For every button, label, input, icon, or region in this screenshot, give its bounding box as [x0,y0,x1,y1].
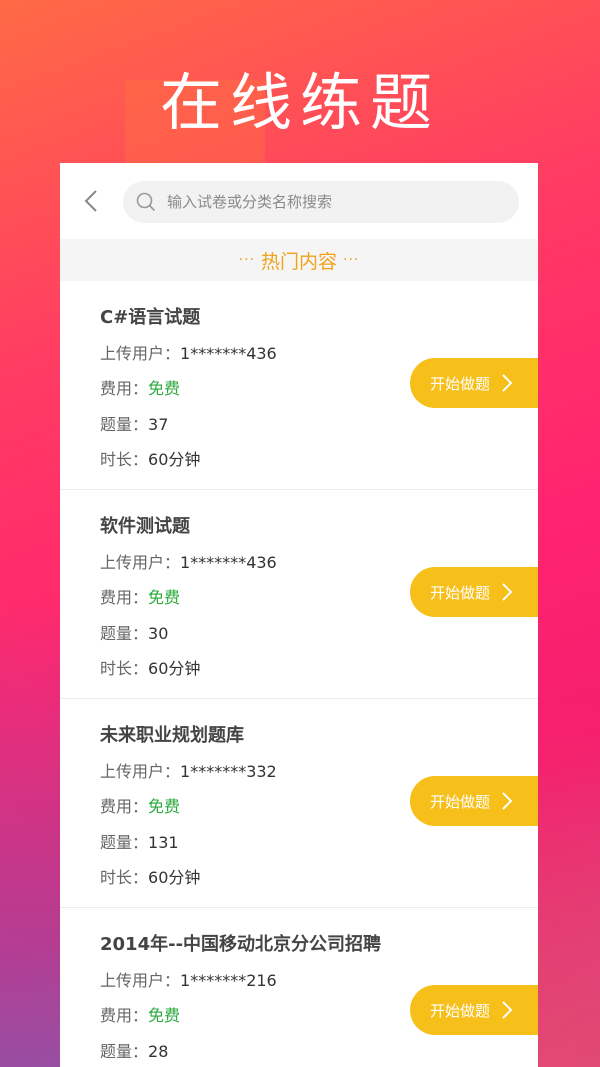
search-input[interactable] [165,192,489,212]
app-screen: ··· 热门内容 ··· C#语言试题 上传用户：1*******436 费用：… [60,163,538,1067]
chevron-right-icon [502,1001,513,1019]
item-title: 2014年--中国移动北京分公司招聘 [100,934,382,955]
fee-label: 费用： [100,1006,149,1025]
search-icon [136,192,156,212]
section-header: ··· 热门内容 ··· [60,239,538,281]
start-quiz-label: 开始做题 [430,1001,491,1020]
count-row: 题量：37 [100,411,168,435]
duration-row: 时长：60分钟 [100,446,200,470]
uploader-label: 上传用户： [100,553,181,572]
duration-value: 60分钟 [148,450,201,469]
uploader-row: 上传用户：1*******332 [100,758,277,782]
fee-row: 费用：免费 [100,793,180,817]
list-item[interactable]: 软件测试题 上传用户：1*******436 费用：免费 题量：30 时长：60… [60,490,538,699]
chevron-right-icon [502,374,513,392]
duration-value: 60分钟 [148,868,201,887]
start-quiz-button[interactable]: 开始做题 [410,776,538,826]
list-item[interactable]: C#语言试题 上传用户：1*******436 费用：免费 题量：37 时长：6… [60,281,538,490]
fee-label: 费用： [100,379,149,398]
start-quiz-label: 开始做题 [430,583,491,602]
section-dots-right: ··· [343,252,360,268]
chevron-right-icon [502,792,513,810]
uploader-value: 1*******332 [180,762,277,781]
search-box[interactable] [123,181,519,223]
fee-label: 费用： [100,797,149,816]
item-title: C#语言试题 [100,307,201,328]
count-label: 题量： [100,833,149,852]
count-row: 题量：28 [100,1038,168,1062]
count-value: 28 [148,1042,169,1061]
count-row: 题量：30 [100,620,168,644]
duration-value: 60分钟 [148,659,201,678]
uploader-value: 1*******216 [180,971,277,990]
fee-label: 费用： [100,588,149,607]
duration-label: 时长： [100,868,149,887]
back-button[interactable] [80,189,104,213]
start-quiz-button[interactable]: 开始做题 [410,358,538,408]
start-quiz-label: 开始做题 [430,374,491,393]
fee-row: 费用：免费 [100,375,180,399]
duration-row: 时长：60分钟 [100,655,200,679]
count-value: 131 [148,833,179,852]
chevron-left-icon [84,190,97,212]
uploader-row: 上传用户：1*******436 [100,340,277,364]
uploader-label: 上传用户： [100,762,181,781]
background-glow-right [530,700,600,1067]
fee-value: 免费 [148,797,181,816]
uploader-value: 1*******436 [180,553,277,572]
uploader-label: 上传用户： [100,344,181,363]
item-title: 未来职业规划题库 [100,725,244,746]
duration-label: 时长： [100,659,149,678]
duration-row: 时长：60分钟 [100,864,200,888]
fee-value: 免费 [148,1006,181,1025]
hero-title: 在线练题 [159,66,440,139]
start-quiz-button[interactable]: 开始做题 [410,985,538,1035]
fee-value: 免费 [148,379,181,398]
count-value: 37 [148,415,169,434]
top-bar [60,163,538,239]
count-label: 题量： [100,624,149,643]
uploader-label: 上传用户： [100,971,181,990]
start-quiz-button[interactable]: 开始做题 [410,567,538,617]
fee-row: 费用：免费 [100,1002,180,1026]
start-quiz-label: 开始做题 [430,792,491,811]
fee-value: 免费 [148,588,181,607]
count-row: 题量：131 [100,829,179,853]
section-title: 热门内容 [260,250,337,273]
uploader-row: 上传用户：1*******216 [100,967,277,991]
list-item[interactable]: 未来职业规划题库 上传用户：1*******332 费用：免费 题量：131 时… [60,699,538,908]
fee-row: 费用：免费 [100,584,180,608]
section-dots-left: ··· [238,252,255,268]
duration-label: 时长： [100,450,149,469]
list-item[interactable]: 2014年--中国移动北京分公司招聘 上传用户：1*******216 费用：免… [60,908,538,1067]
count-value: 30 [148,624,169,643]
uploader-value: 1*******436 [180,344,277,363]
count-label: 题量： [100,415,149,434]
item-title: 软件测试题 [100,516,190,537]
chevron-right-icon [502,583,513,601]
count-label: 题量： [100,1042,149,1061]
uploader-row: 上传用户：1*******436 [100,549,277,573]
